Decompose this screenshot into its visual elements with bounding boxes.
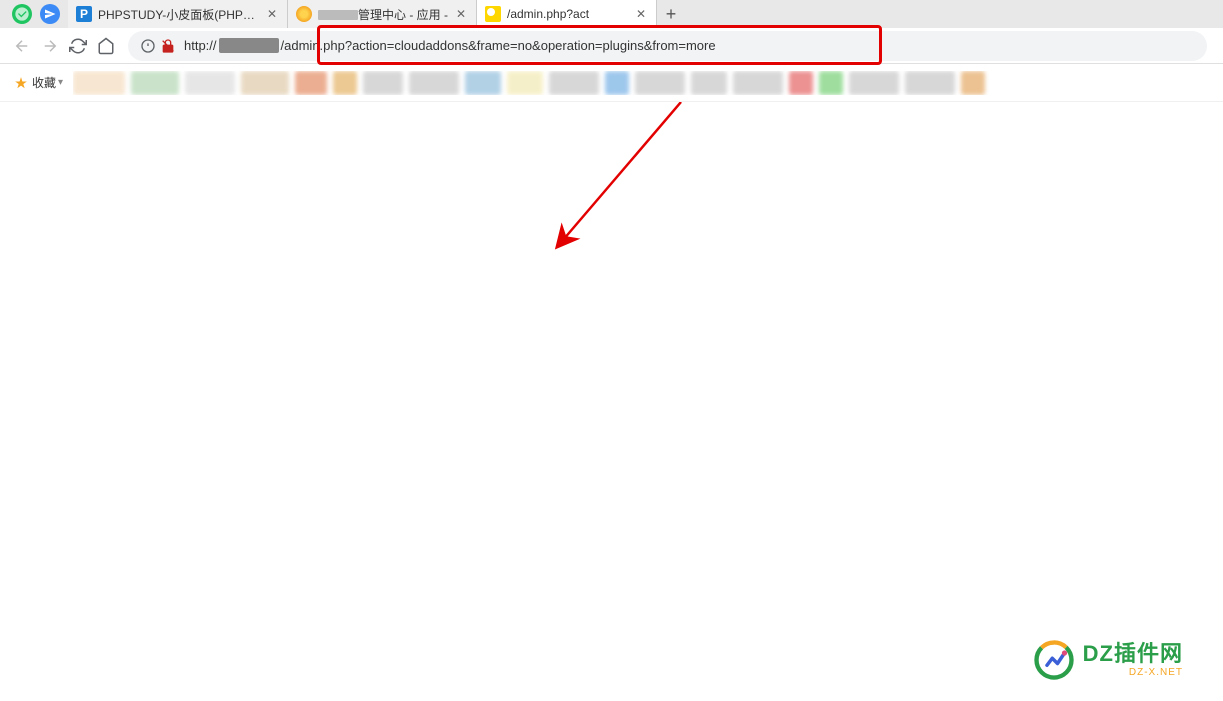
site-info-icon[interactable] [140, 38, 156, 54]
bookmark-item[interactable] [819, 71, 843, 95]
bookmark-item[interactable] [849, 71, 899, 95]
bookmark-item[interactable] [131, 71, 179, 95]
bookmark-item[interactable] [691, 71, 727, 95]
bookmark-item[interactable] [605, 71, 629, 95]
bookmarks-label: 收藏 [32, 74, 56, 91]
tab-phpstudy[interactable]: P PHPSTUDY-小皮面板(PHPStu ✕ [68, 0, 288, 28]
favicon-admin [296, 6, 312, 22]
tab-title: /admin.php?act [507, 7, 628, 21]
bookmark-item[interactable] [333, 71, 357, 95]
close-icon[interactable]: ✕ [265, 7, 279, 21]
bookmark-item[interactable] [733, 71, 783, 95]
annotation-arrow [551, 102, 691, 252]
tab-strip: P PHPSTUDY-小皮面板(PHPStu ✕ 管理中心 - 应用 - ✕ /… [0, 0, 1223, 28]
watermark-subtitle: DZ-X.NET [1083, 667, 1183, 678]
bookmark-item[interactable] [363, 71, 403, 95]
address-bar[interactable]: http:///admin.php?action=cloudaddons&fra… [128, 31, 1207, 61]
new-tab-button[interactable]: + [657, 0, 685, 28]
bookmark-item[interactable] [549, 71, 599, 95]
bookmark-item[interactable] [465, 71, 501, 95]
tab-admin-center[interactable]: 管理中心 - 应用 - ✕ [288, 0, 477, 28]
bookmark-item[interactable] [73, 71, 125, 95]
back-button[interactable] [8, 32, 36, 60]
insecure-lock-icon[interactable] [160, 38, 176, 54]
page-content: DZ插件网 DZ-X.NET [0, 102, 1223, 701]
tab-title: PHPSTUDY-小皮面板(PHPStu [98, 6, 259, 23]
bookmark-item[interactable] [295, 71, 327, 95]
favicon-phpstudy: P [76, 6, 92, 22]
chevron-down-icon: ▾ [58, 77, 63, 88]
url-text: http:///admin.php?action=cloudaddons&fra… [184, 38, 1195, 53]
bookmark-item[interactable] [635, 71, 685, 95]
watermark-logo-icon [1033, 639, 1075, 681]
close-icon[interactable]: ✕ [634, 7, 648, 21]
bookmark-item[interactable] [241, 71, 289, 95]
watermark: DZ插件网 DZ-X.NET [1033, 639, 1183, 681]
bookmark-items [73, 71, 1215, 95]
reload-button[interactable] [64, 32, 92, 60]
bookmark-item[interactable] [905, 71, 955, 95]
favicon-page [485, 6, 501, 22]
tab-admin-php[interactable]: /admin.php?act ✕ [477, 0, 657, 28]
close-icon[interactable]: ✕ [454, 7, 468, 21]
bookmarks-menu[interactable]: 收藏 ▾ [8, 74, 69, 91]
nav-send-icon[interactable] [40, 4, 60, 24]
bookmark-item[interactable] [789, 71, 813, 95]
bookmark-item[interactable] [507, 71, 543, 95]
browser-app-icon[interactable] [12, 4, 32, 24]
bookmarks-bar: 收藏 ▾ [0, 64, 1223, 102]
forward-button[interactable] [36, 32, 64, 60]
home-button[interactable] [92, 32, 120, 60]
bookmark-item[interactable] [409, 71, 459, 95]
bookmark-item[interactable] [185, 71, 235, 95]
tab-title: 管理中心 - 应用 - [318, 6, 448, 23]
navigation-bar: http:///admin.php?action=cloudaddons&fra… [0, 28, 1223, 64]
watermark-title: DZ插件网 [1083, 642, 1183, 666]
bookmark-item[interactable] [961, 71, 985, 95]
